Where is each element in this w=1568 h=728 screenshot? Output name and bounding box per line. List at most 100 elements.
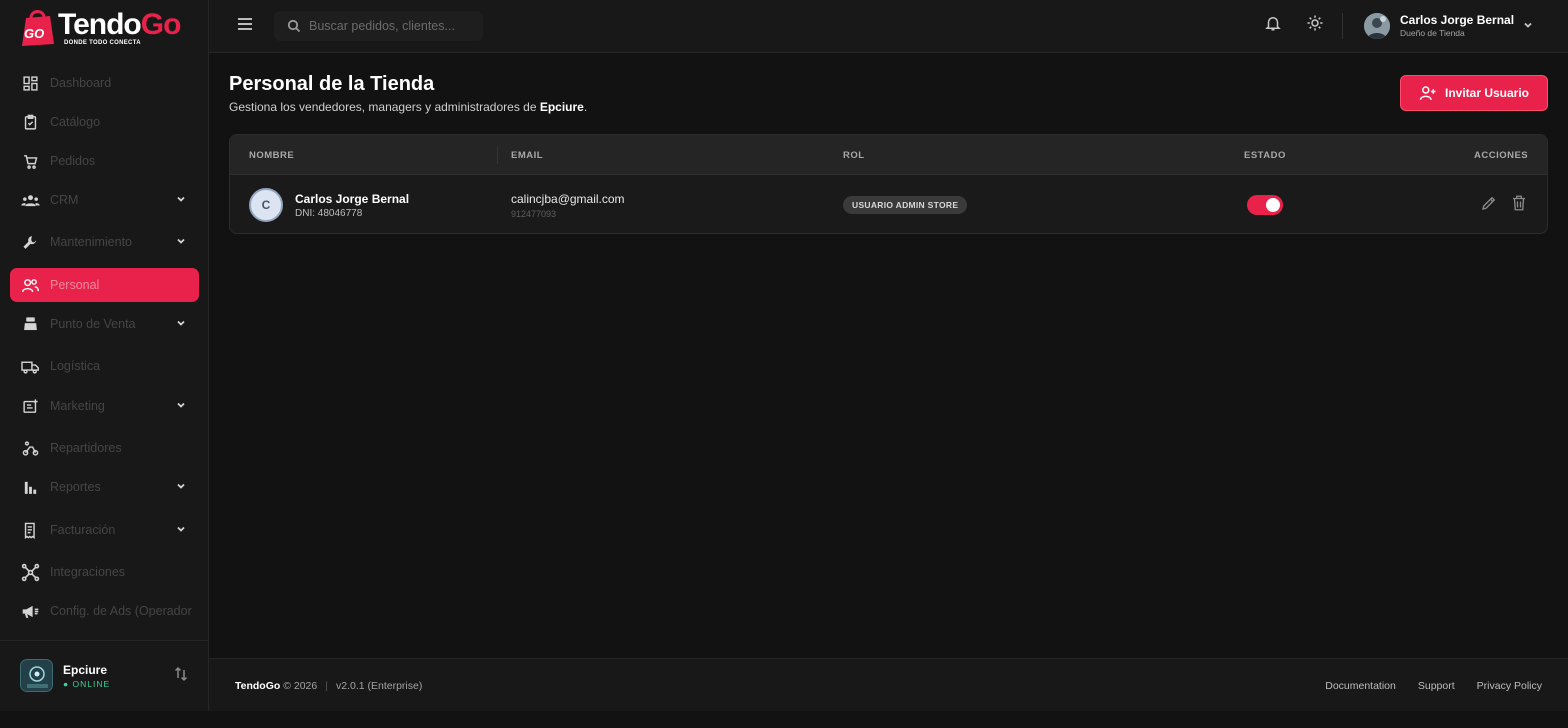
search-box — [274, 11, 483, 41]
sidebar-item-label: Facturación — [50, 523, 116, 537]
sidebar-item-reportes[interactable]: Reportes — [10, 470, 199, 504]
brand-name-part1: Tendo — [58, 8, 142, 41]
search-icon — [287, 19, 301, 33]
staff-phone: 912477093 — [511, 209, 557, 219]
brand-name-part2: Go — [140, 8, 182, 41]
sidebar-item-label: CRM — [50, 193, 79, 207]
staff-name: Carlos Jorge Bernal — [295, 192, 410, 206]
subtitle-suffix: . — [583, 100, 588, 114]
header-divider — [1342, 13, 1343, 39]
sidebar-item-pedidos[interactable]: Pedidos — [10, 144, 199, 178]
scooter-icon — [20, 438, 40, 458]
sidebar-item-label: Integraciones — [50, 565, 126, 579]
sidebar-item-label: Marketing — [50, 399, 105, 413]
megaphone-icon — [20, 601, 40, 621]
footer-brand: TendoGo — [235, 680, 281, 692]
avatar — [1364, 13, 1390, 39]
chevron-down-icon — [1522, 19, 1534, 31]
sidebar-item-mantenimiento[interactable]: Mantenimiento — [10, 225, 199, 259]
sidebar-item-label: Config. de Ads (Operador) — [50, 604, 192, 618]
sidebar-item-dashboard[interactable]: Dashboard — [10, 66, 199, 100]
footer-links: Documentation Support Privacy Policy — [1325, 680, 1542, 692]
dashboard-icon — [20, 73, 40, 93]
user-menu[interactable]: Carlos Jorge Bernal Dueño de Tienda — [1364, 12, 1544, 40]
footer-link-privacy-policy[interactable]: Privacy Policy — [1477, 680, 1542, 692]
sidebar-item-label: Logística — [50, 359, 101, 373]
page-title: Personal de la Tienda — [229, 73, 435, 95]
sidebar-item-repartidores[interactable]: Repartidores — [10, 431, 199, 465]
hub-icon — [20, 562, 40, 582]
sidebar-item-catalogo[interactable]: Catálogo — [10, 105, 199, 139]
chevron-down-icon — [175, 235, 187, 247]
sidebar-item-punto-de-venta[interactable]: Punto de Venta — [10, 307, 199, 341]
column-header-estado[interactable]: ESTADO — [1244, 150, 1286, 161]
sidebar-item-personal[interactable]: Personal — [10, 268, 199, 302]
sidebar-item-label: Reportes — [50, 480, 101, 494]
catalog-clipboard-icon — [20, 112, 40, 132]
user-role: Dueño de Tienda — [1400, 28, 1465, 38]
wrench-icon — [20, 232, 40, 252]
swap-vertical-icon[interactable] — [174, 665, 188, 683]
users-group-icon — [20, 190, 40, 210]
footer-year: © 2026 — [283, 680, 318, 692]
sidebar-item-label: Punto de Venta — [50, 317, 136, 331]
sidebar-item-crm[interactable]: CRM — [10, 183, 199, 217]
avatar: C — [249, 188, 283, 222]
cash-register-icon — [20, 314, 40, 334]
status-toggle[interactable] — [1247, 195, 1283, 215]
sidebar-item-marketing[interactable]: Marketing — [10, 389, 199, 423]
table-row: C Carlos Jorge Bernal DNI: 48046778 cali… — [230, 175, 1547, 233]
sun-theme-icon[interactable] — [1306, 14, 1324, 32]
hamburger-menu-icon[interactable] — [236, 15, 254, 33]
sidebar-item-config-ads[interactable]: Config. de Ads (Operador) — [10, 594, 199, 628]
chevron-down-icon — [175, 523, 187, 535]
subtitle-text: Gestiona los vendedores, managers y admi… — [229, 100, 540, 114]
subtitle-store-name: Epciure — [539, 100, 584, 114]
sidebar-item-integraciones[interactable]: Integraciones — [10, 555, 199, 589]
truck-icon — [20, 356, 40, 376]
footer-copyright: TendoGo © 2026 | v2.0.1 (Enterprise) — [235, 680, 422, 692]
bell-icon[interactable] — [1264, 14, 1282, 32]
column-header-email[interactable]: EMAIL — [511, 150, 543, 161]
store-avatar — [20, 659, 53, 692]
shopping-bag-logo-icon: GO — [22, 10, 54, 46]
staff-dni: DNI: 48046778 — [295, 208, 363, 219]
bottom-strip — [0, 711, 1568, 728]
chevron-down-icon — [175, 193, 187, 205]
sidebar-item-facturacion[interactable]: Facturación — [10, 513, 199, 547]
brand-wordmark: TendoGo — [58, 8, 182, 42]
sidebar-item-label: Mantenimiento — [50, 235, 132, 249]
brand-logo[interactable]: GO TendoGo DONDE TODO CONECTA — [18, 6, 188, 48]
brand-tagline: DONDE TODO CONECTA — [64, 40, 141, 46]
sidebar-item-label: Repartidores — [50, 441, 122, 455]
invite-user-button[interactable]: Invitar Usuario — [1400, 75, 1548, 111]
search-input[interactable] — [309, 19, 479, 33]
footer-link-documentation[interactable]: Documentation — [1325, 680, 1396, 692]
invite-user-label: Invitar Usuario — [1444, 86, 1530, 100]
footer-version: v2.0.1 (Enterprise) — [335, 680, 423, 692]
store-name: Epciure — [63, 663, 108, 677]
chevron-down-icon — [175, 317, 187, 329]
page-subtitle: Gestiona los vendedores, managers y admi… — [229, 100, 587, 114]
chevron-down-icon — [175, 480, 187, 492]
user-name: Carlos Jorge Bernal — [1400, 13, 1515, 27]
marketing-icon — [20, 396, 40, 416]
footer-separator: | — [325, 680, 328, 692]
role-badge: USUARIO ADMIN STORE — [843, 196, 968, 214]
column-header-nombre[interactable]: NOMBRE — [249, 150, 294, 161]
sidebar-item-label: Catálogo — [50, 115, 101, 129]
svg-text:GO: GO — [24, 26, 44, 41]
sidebar-nav: Dashboard Catálogo Pedidos CRM Mantenimi… — [10, 66, 199, 628]
cart-icon — [20, 151, 40, 171]
sidebar-item-label: Dashboard — [50, 76, 112, 90]
edit-pencil-icon[interactable] — [1480, 194, 1498, 212]
store-switcher[interactable]: Epciure ● ONLINE — [0, 640, 208, 711]
sidebar-item-logistica[interactable]: Logística — [10, 349, 199, 383]
store-status-badge: ● ONLINE — [63, 679, 111, 689]
people-icon — [20, 275, 40, 295]
trash-icon[interactable] — [1510, 194, 1528, 212]
footer-link-support[interactable]: Support — [1418, 680, 1455, 692]
column-header-rol[interactable]: ROL — [843, 150, 865, 161]
table-header: NOMBRE EMAIL ROL ESTADO ACCIONES — [230, 135, 1547, 175]
sidebar-item-label: Personal — [50, 278, 100, 292]
